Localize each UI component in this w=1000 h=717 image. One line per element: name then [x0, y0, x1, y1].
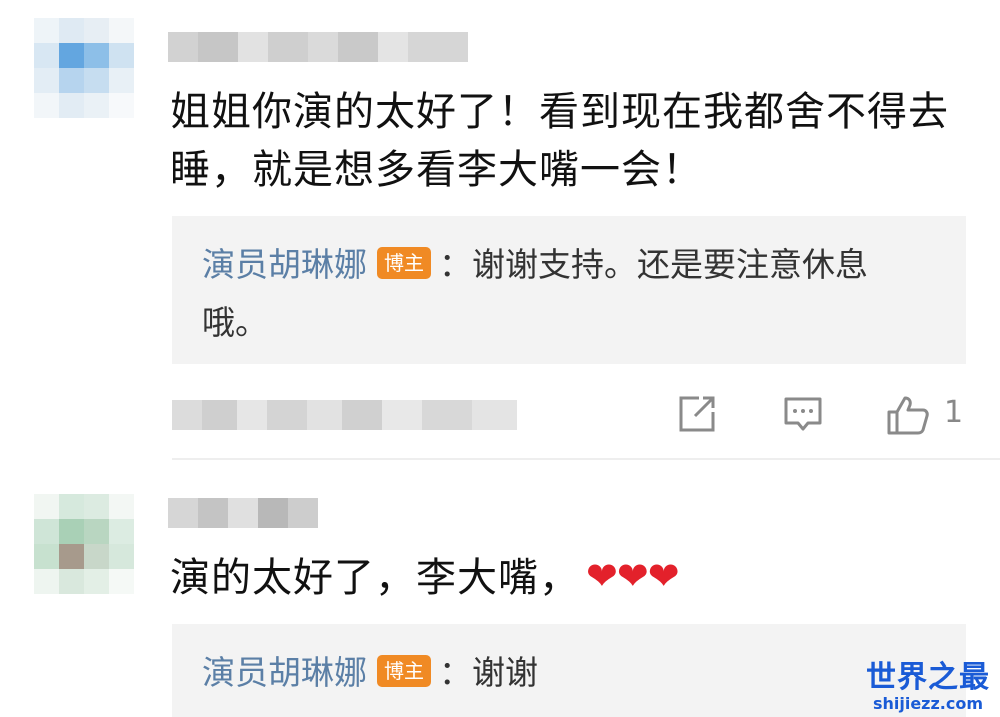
reply-line-2: 哦。 [202, 303, 268, 342]
username-blurred[interactable] [168, 32, 468, 62]
timestamp-blurred [172, 400, 517, 430]
reply-box[interactable]: 演员胡琳娜 博主 ：谢谢 [172, 624, 966, 717]
comment-icon [784, 397, 822, 431]
username-blurred[interactable] [168, 498, 318, 528]
share-icon [679, 396, 715, 432]
blogger-badge: 博主 [377, 246, 431, 279]
divider [172, 458, 1000, 460]
watermark-logo: 世界之最 shijiezz.com [866, 661, 990, 713]
reply-separator: ： [439, 653, 472, 692]
avatar[interactable] [34, 494, 134, 594]
reply-separator: ： [439, 245, 472, 284]
comment-text-body: 演的太好了，李大嘴， [170, 555, 580, 601]
blogger-badge: 博主 [377, 654, 431, 687]
thumbs-up-icon [887, 396, 929, 435]
reply-box[interactable]: 演员胡琳娜 博主 ：谢谢支持。还是要注意休息 哦。 [172, 216, 966, 364]
reply-text: 谢谢 [472, 653, 538, 692]
share-button[interactable] [677, 394, 717, 438]
comment-text: 姐姐你演的太好了！看到现在我都舍不得去睡，就是想多看李大嘴一会！ [170, 89, 949, 193]
heart-emoji-group: ❤❤❤ [586, 547, 681, 605]
like-button[interactable] [886, 394, 930, 440]
reply-line-1: 演员胡琳娜 博主 ：谢谢 [202, 644, 538, 702]
avatar[interactable] [34, 18, 134, 118]
comment-text: 演的太好了，李大嘴， ❤❤❤ [170, 547, 681, 609]
comment-button[interactable] [783, 394, 823, 438]
like-count: 1 [944, 395, 964, 430]
reply-line-1: 演员胡琳娜 博主 ：谢谢支持。还是要注意休息 [202, 236, 868, 294]
reply-author-link[interactable]: 演员胡琳娜 [202, 245, 367, 284]
reply-text: 谢谢支持。还是要注意休息 [472, 245, 868, 284]
reply-author-link[interactable]: 演员胡琳娜 [202, 653, 367, 692]
heart-emoji: ❤ [586, 554, 619, 598]
watermark-cn: 世界之最 [866, 660, 990, 695]
watermark-en: shijiezz.com [872, 694, 984, 713]
heart-emoji: ❤ [647, 554, 681, 598]
heart-emoji: ❤ [616, 554, 650, 598]
